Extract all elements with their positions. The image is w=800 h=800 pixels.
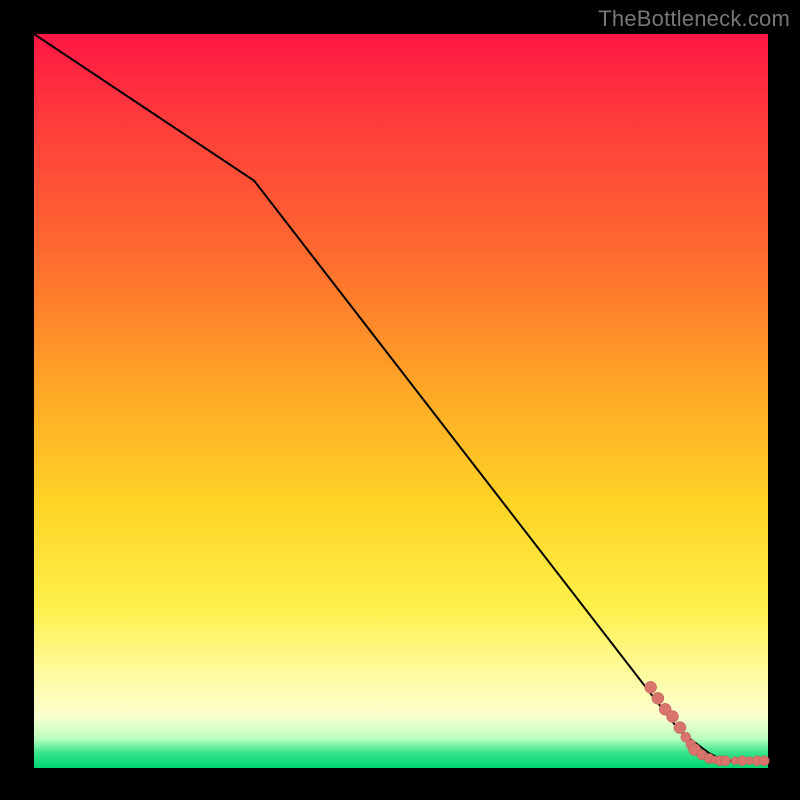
curve-line bbox=[34, 34, 768, 761]
data-point-marker bbox=[720, 756, 730, 766]
marker-group bbox=[645, 681, 770, 765]
data-point-marker bbox=[759, 756, 769, 766]
curve-path bbox=[34, 34, 768, 761]
data-point-marker bbox=[674, 722, 686, 734]
data-point-marker bbox=[645, 681, 657, 693]
chart-overlay bbox=[34, 34, 768, 768]
data-point-marker bbox=[652, 692, 664, 704]
chart-frame: TheBottleneck.com bbox=[0, 0, 800, 800]
plot-area bbox=[34, 34, 768, 768]
data-point-marker bbox=[667, 711, 679, 723]
watermark-text: TheBottleneck.com bbox=[598, 6, 790, 32]
